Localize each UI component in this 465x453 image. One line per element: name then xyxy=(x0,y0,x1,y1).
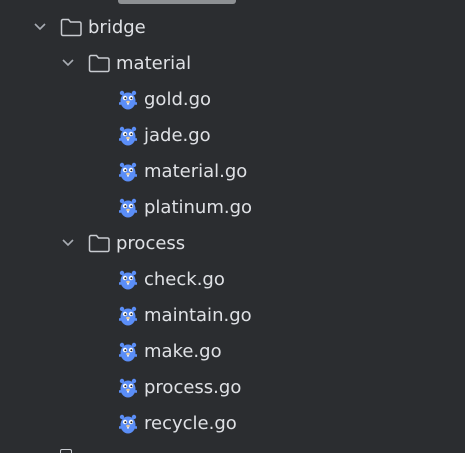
file-label: jade.go xyxy=(144,125,211,146)
chevron-down-icon[interactable] xyxy=(60,46,76,82)
file-label: process.go xyxy=(144,377,242,398)
tree-item-file[interactable]: gold.go xyxy=(0,82,465,118)
tree-item-file[interactable]: make.go xyxy=(0,334,465,370)
chevron-down-icon[interactable] xyxy=(32,10,48,46)
folder-label: bridge xyxy=(88,17,146,38)
tree-item-file[interactable]: process.go xyxy=(0,370,465,406)
tree-item-material[interactable]: material xyxy=(0,46,465,82)
go-file-icon xyxy=(118,298,138,334)
tree-item-file[interactable]: recycle.go xyxy=(0,406,465,442)
go-file-icon xyxy=(118,118,138,154)
file-label: make.go xyxy=(144,341,222,362)
go-file-icon xyxy=(118,82,138,118)
file-label: check.go xyxy=(144,269,225,290)
tree-item-file[interactable]: platinum.go xyxy=(0,190,465,226)
file-label: recycle.go xyxy=(144,413,237,434)
tree-item-file[interactable]: check.go xyxy=(0,262,465,298)
go-file-icon xyxy=(118,262,138,298)
file-label: maintain.go xyxy=(144,305,252,326)
folder-icon xyxy=(88,46,110,82)
folder-label: material xyxy=(116,53,192,74)
file-label: material.go xyxy=(144,161,248,182)
project-tree: bridge material gold.go jade.go material… xyxy=(0,0,465,453)
tree-item-process[interactable]: process xyxy=(0,226,465,262)
go-file-icon xyxy=(118,334,138,370)
file-label: gold.go xyxy=(144,89,212,110)
folder-label: process xyxy=(116,233,186,254)
tree-item-partial-bottom[interactable] xyxy=(0,446,465,453)
tree-item-partial-top[interactable] xyxy=(0,0,465,6)
folder-icon xyxy=(88,226,110,262)
go-file-icon xyxy=(118,406,138,442)
go-file-icon xyxy=(92,0,112,6)
go-file-icon xyxy=(118,154,138,190)
go-file-icon xyxy=(118,370,138,406)
tree-item-file[interactable]: material.go xyxy=(0,154,465,190)
file-label: platinum.go xyxy=(144,197,253,218)
folder-icon xyxy=(60,10,82,46)
tree-item-bridge[interactable]: bridge xyxy=(0,10,465,46)
folder-icon xyxy=(60,449,72,453)
tree-item-partial-label xyxy=(118,0,236,4)
tree-item-file[interactable]: maintain.go xyxy=(0,298,465,334)
go-file-icon xyxy=(118,190,138,226)
chevron-down-icon[interactable] xyxy=(60,226,76,262)
tree-item-file[interactable]: jade.go xyxy=(0,118,465,154)
